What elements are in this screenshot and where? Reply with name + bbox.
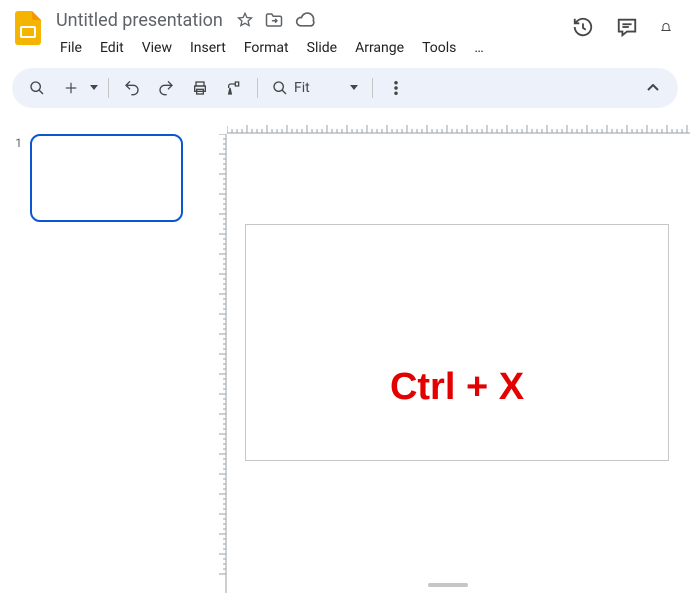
collapse-toolbar-button[interactable] — [638, 73, 668, 103]
paint-format-button[interactable] — [219, 73, 249, 103]
separator — [372, 78, 373, 98]
undo-button[interactable] — [117, 73, 147, 103]
separator — [257, 78, 258, 98]
title-icons — [237, 12, 315, 28]
canvas-area: Ctrl + X — [205, 116, 690, 593]
menu-format[interactable]: Format — [236, 36, 297, 60]
comments-icon[interactable] — [616, 16, 638, 38]
speaker-notes-handle[interactable] — [428, 583, 468, 587]
vertical-ruler[interactable] — [211, 134, 227, 593]
separator — [108, 78, 109, 98]
print-button[interactable] — [185, 73, 215, 103]
menu-edit[interactable]: Edit — [92, 36, 132, 60]
slide-number: 1 — [10, 134, 22, 150]
menu-file[interactable]: File — [52, 36, 90, 60]
slide-thumb-row: 1 — [10, 134, 195, 222]
search-menus-button[interactable] — [22, 73, 52, 103]
version-history-icon[interactable] — [572, 16, 594, 38]
menu-more[interactable]: … — [466, 36, 491, 60]
horizontal-ruler[interactable] — [227, 116, 690, 134]
annotation-text: Ctrl + X — [390, 366, 524, 409]
menu-arrange[interactable]: Arrange — [347, 36, 412, 60]
filmstrip: 1 — [0, 116, 205, 593]
zoom-control[interactable]: Fit — [266, 80, 364, 96]
menu-tools[interactable]: Tools — [414, 36, 464, 60]
star-icon[interactable] — [237, 12, 253, 28]
header-right — [572, 8, 678, 38]
menu-slide[interactable]: Slide — [299, 36, 345, 60]
title-area: Untitled presentation File Edit View Ins… — [52, 8, 572, 60]
zoom-icon — [272, 80, 288, 96]
toolbar: Fit — [12, 68, 678, 108]
menu-insert[interactable]: Insert — [182, 36, 234, 60]
more-tools-button[interactable] — [381, 73, 411, 103]
move-icon[interactable] — [265, 12, 283, 28]
menu-bar: File Edit View Insert Format Slide Arran… — [52, 32, 572, 60]
title-row: Untitled presentation — [52, 8, 572, 32]
new-slide-button[interactable] — [56, 73, 86, 103]
workspace: 1 — [0, 116, 690, 593]
redo-button[interactable] — [151, 73, 181, 103]
slide-thumbnail-1[interactable] — [30, 134, 183, 222]
new-slide-combo[interactable] — [56, 73, 100, 103]
zoom-label: Fit — [294, 80, 310, 96]
slide-canvas[interactable]: Ctrl + X — [245, 224, 669, 461]
app-logo[interactable] — [12, 8, 44, 48]
header: Untitled presentation File Edit View Ins… — [0, 0, 690, 60]
toolbar-wrap: Fit — [0, 60, 690, 116]
notifications-icon[interactable] — [660, 16, 672, 38]
doc-title[interactable]: Untitled presentation — [52, 9, 227, 32]
chevron-down-icon — [350, 85, 358, 91]
menu-view[interactable]: View — [134, 36, 180, 60]
new-slide-dropdown[interactable] — [88, 85, 100, 91]
cloud-status-icon[interactable] — [295, 12, 315, 28]
